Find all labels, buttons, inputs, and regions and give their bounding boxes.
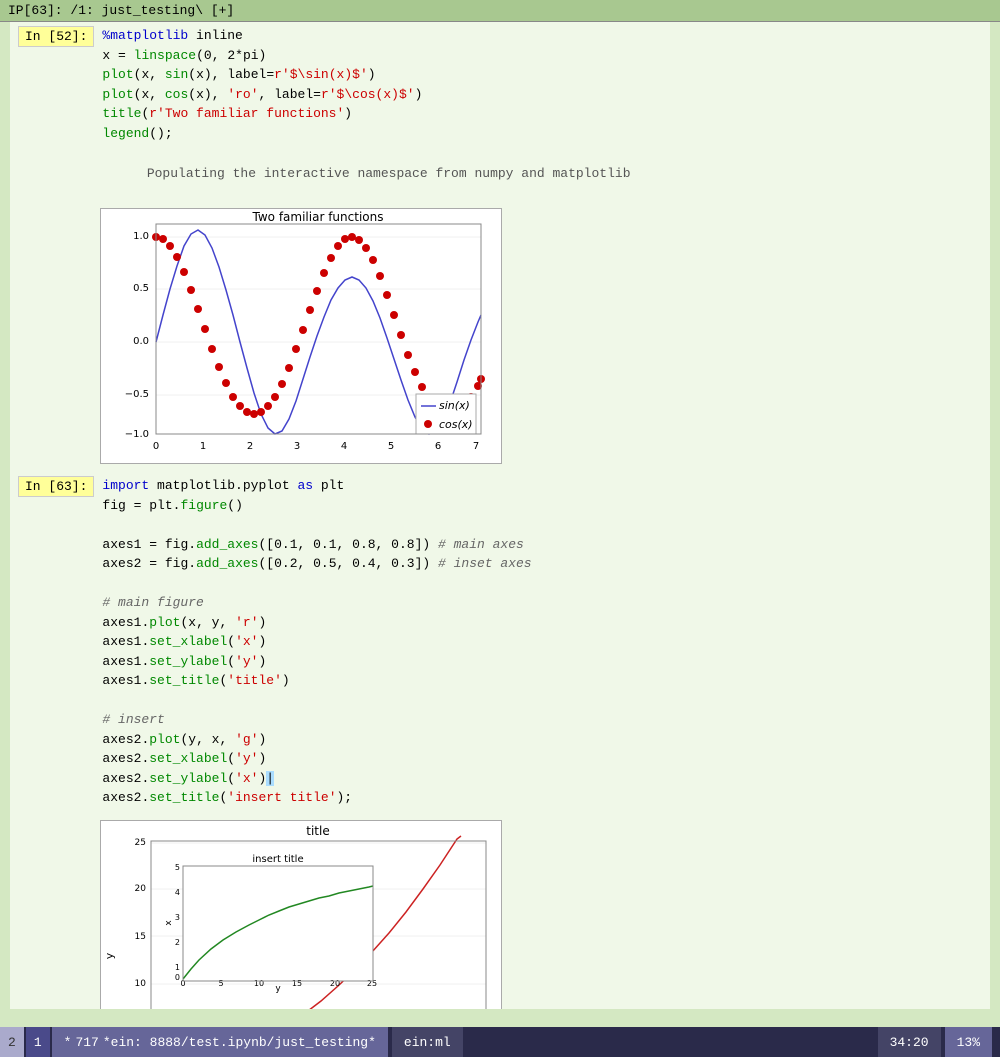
status-line-count: 717 [75, 1035, 98, 1050]
status-right: 34:20 13% [878, 1027, 1000, 1057]
plot2-inset-xlabel: y [275, 984, 281, 994]
svg-text:1: 1 [175, 963, 180, 972]
status-indicator: * [64, 1035, 72, 1050]
svg-text:0: 0 [175, 973, 180, 982]
svg-text:10: 10 [254, 979, 264, 988]
status-bar: 2 1 * 717 *ein: 8888/test.ipynb/just_tes… [0, 1027, 1000, 1057]
svg-text:0: 0 [153, 441, 159, 452]
cell-52-prompt[interactable]: In [52]: [18, 26, 94, 47]
svg-text:15: 15 [135, 932, 146, 942]
plot-1: Two familiar functions 1.0 0.5 0.0 −0.5 … [100, 208, 502, 464]
plot2-title: title [306, 824, 329, 838]
cell-52-output: Populating the interactive namespace fro… [10, 147, 990, 200]
plot-2: title y x 25 20 15 10 5 0 0 [100, 820, 502, 1010]
cell-63-code[interactable]: import matplotlib.pyplot as plt fig = pl… [102, 476, 982, 808]
cell-52-input: In [52]: %matplotlib inline x = linspace… [10, 22, 990, 147]
svg-text:2: 2 [247, 441, 253, 452]
plot1-title: Two familiar functions [252, 210, 384, 224]
plot-1-svg: Two familiar functions 1.0 0.5 0.0 −0.5 … [101, 209, 501, 459]
svg-text:6: 6 [435, 441, 441, 452]
svg-text:3: 3 [294, 441, 300, 452]
notebook: In [52]: %matplotlib inline x = linspace… [10, 22, 990, 1009]
cell-63-prompt[interactable]: In [63]: [18, 476, 94, 497]
status-mode: ein:ml [392, 1027, 463, 1057]
svg-text:3: 3 [175, 913, 180, 922]
title-bar: IP[63]: /1: just_testing\ [+] [0, 0, 1000, 22]
status-filename: * 717 *ein: 8888/test.ipynb/just_testing… [52, 1027, 388, 1057]
cell-63-input: In [63]: import matplotlib.pyplot as plt… [10, 472, 990, 812]
svg-text:20: 20 [330, 979, 340, 988]
svg-text:1: 1 [200, 441, 206, 452]
svg-text:0.5: 0.5 [133, 283, 149, 294]
svg-text:20: 20 [135, 884, 147, 894]
svg-text:1.0: 1.0 [133, 231, 149, 242]
svg-text:15: 15 [292, 979, 302, 988]
svg-text:10: 10 [135, 979, 147, 989]
status-left: 2 1 * 717 *ein: 8888/test.ipynb/just_tes… [0, 1027, 463, 1057]
svg-text:5: 5 [175, 863, 180, 872]
output-text: Populating the interactive namespace fro… [147, 166, 631, 181]
plot-2-svg: title y x 25 20 15 10 5 0 0 [101, 821, 501, 1010]
svg-text:cos(x): cos(x) [439, 418, 473, 431]
svg-text:0.0: 0.0 [133, 336, 149, 347]
svg-text:4: 4 [175, 888, 180, 897]
svg-text:−0.5: −0.5 [125, 389, 149, 400]
cell-52-code[interactable]: %matplotlib inline x = linspace(0, 2*pi)… [102, 26, 982, 143]
plot2-inset-title: insert title [252, 854, 303, 865]
cell-63: In [63]: import matplotlib.pyplot as plt… [10, 472, 990, 1009]
status-filename-text: *ein: 8888/test.ipynb/just_testing* [103, 1035, 376, 1050]
svg-text:sin(x): sin(x) [439, 399, 470, 412]
svg-text:2: 2 [175, 938, 180, 947]
svg-text:25: 25 [135, 838, 146, 848]
plot2-inset-ylabel: x [164, 919, 174, 925]
svg-text:−1.0: −1.0 [125, 429, 149, 440]
svg-text:5: 5 [218, 979, 223, 988]
cell-52: In [52]: %matplotlib inline x = linspace… [10, 22, 990, 472]
svg-text:7: 7 [473, 441, 479, 452]
status-percent: 13% [945, 1027, 992, 1057]
status-num-2[interactable]: 2 [0, 1027, 24, 1057]
svg-text:5: 5 [388, 441, 394, 452]
title-text: IP[63]: /1: just_testing\ [+] [8, 3, 234, 18]
svg-text:4: 4 [341, 441, 347, 452]
plot2-ylabel: y [103, 952, 116, 959]
svg-text:25: 25 [367, 979, 377, 988]
status-position: 34:20 [878, 1027, 941, 1057]
status-num-1[interactable]: 1 [26, 1027, 50, 1057]
